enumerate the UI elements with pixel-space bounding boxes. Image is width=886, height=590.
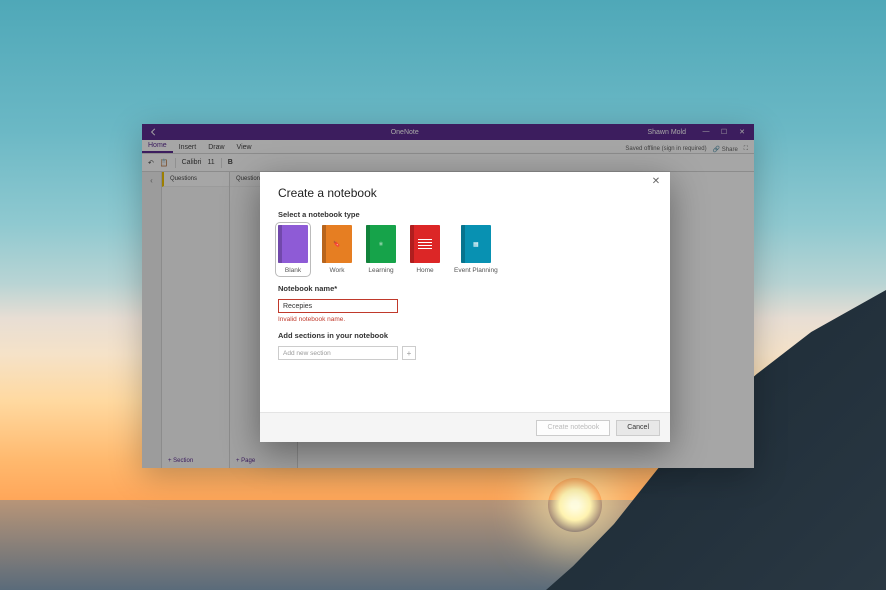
add-section-input[interactable]: Add new section xyxy=(278,346,398,360)
atom-icon: ⚛ xyxy=(378,241,383,248)
sections-label: Add sections in your notebook xyxy=(278,331,652,340)
dialog-title: Create a notebook xyxy=(278,186,652,200)
book-icon-blank xyxy=(278,225,308,263)
notebook-name-input[interactable]: Recepies xyxy=(278,299,398,313)
dialog-close-button[interactable]: ✕ xyxy=(648,176,664,192)
desktop-wallpaper: OneNote Shawn Mold — ☐ ✕ Home Insert Dra… xyxy=(0,0,886,590)
create-notebook-dialog: ✕ Create a notebook Select a notebook ty… xyxy=(260,172,670,442)
notebook-type-home[interactable]: Home xyxy=(410,225,440,274)
book-icon-learning: ⚛ xyxy=(366,225,396,263)
wallpaper-sun xyxy=(548,478,602,532)
notebook-type-list: Blank 🔖 Work ⚛ Learning xyxy=(278,225,652,274)
bookmark-icon: 🔖 xyxy=(333,241,340,248)
notebook-type-blank[interactable]: Blank xyxy=(278,225,308,274)
onenote-window: OneNote Shawn Mold — ☐ ✕ Home Insert Dra… xyxy=(142,124,754,468)
book-icon-event: ▦ xyxy=(461,225,491,263)
book-icon-work: 🔖 xyxy=(322,225,352,263)
cancel-button[interactable]: Cancel xyxy=(616,420,660,436)
notebook-type-learning[interactable]: ⚛ Learning xyxy=(366,225,396,274)
create-notebook-button[interactable]: Create notebook xyxy=(536,420,610,436)
notebook-type-event-planning[interactable]: ▦ Event Planning xyxy=(454,225,498,274)
book-icon-home xyxy=(410,225,440,263)
add-section-plus-button[interactable]: + xyxy=(402,346,416,360)
calendar-icon: ▦ xyxy=(473,241,479,248)
name-error: Invalid notebook name. xyxy=(278,316,652,323)
checklist-icon xyxy=(418,237,432,251)
notebook-type-work[interactable]: 🔖 Work xyxy=(322,225,352,274)
name-label: Notebook name* xyxy=(278,284,652,293)
dialog-footer: Create notebook Cancel xyxy=(260,412,670,442)
type-label: Select a notebook type xyxy=(278,210,652,219)
